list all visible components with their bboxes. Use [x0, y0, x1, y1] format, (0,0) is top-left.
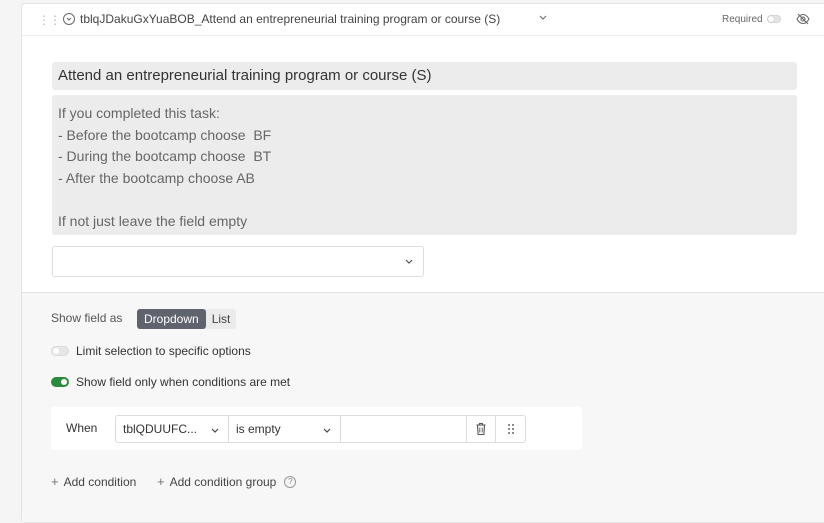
description-line — [58, 190, 791, 212]
trash-icon — [476, 423, 486, 436]
field-settings: Show field as Dropdown List Limit select… — [22, 292, 824, 522]
question-title[interactable]: Attend an entrepreneurial training progr… — [52, 62, 797, 90]
condition-operator-value: is empty — [236, 422, 281, 436]
add-condition-label: Add condition — [63, 474, 137, 489]
chevron-down-icon — [405, 259, 413, 264]
show-field-as-label: Show field as — [51, 311, 123, 325]
condition-field-value: tblQDUUFC... — [123, 422, 198, 436]
conditions-toggle[interactable] — [51, 377, 69, 387]
field-header: ⋮⋮ tblqJDakuGxYuaBOB_Attend an entrepren… — [22, 4, 824, 36]
field-title[interactable]: tblqJDakuGxYuaBOB_Attend an entrepreneur… — [80, 12, 500, 26]
plus-icon: + — [51, 474, 59, 489]
chevron-down-icon[interactable] — [538, 14, 548, 22]
chevron-down-icon — [323, 428, 331, 433]
chevron-down-icon — [211, 428, 219, 433]
condition-operator-select[interactable]: is empty — [228, 415, 341, 443]
limit-selection-toggle[interactable] — [51, 346, 69, 356]
condition-value-input[interactable] — [340, 415, 467, 443]
add-condition-group-button[interactable]: + Add condition group ? — [157, 474, 297, 489]
plus-icon: + — [157, 474, 165, 489]
limit-selection-label: Limit selection to specific options — [76, 344, 251, 358]
add-condition-group-label: Add condition group — [169, 474, 277, 489]
display-option-dropdown[interactable]: Dropdown — [137, 309, 206, 329]
eye-off-icon[interactable] — [796, 13, 810, 25]
condition-field-select[interactable]: tblQDUUFC... — [115, 415, 229, 443]
required-toggle[interactable] — [767, 15, 781, 23]
description-line: If you completed this task: — [58, 105, 220, 121]
conditions-label: Show field only when conditions are met — [76, 375, 291, 389]
drag-condition-handle[interactable] — [495, 415, 526, 443]
delete-condition-button[interactable] — [466, 415, 496, 443]
answer-dropdown[interactable] — [52, 246, 424, 277]
description-line: If not just leave the field empty — [58, 213, 248, 230]
field-card: ⋮⋮ tblqJDakuGxYuaBOB_Attend an entrepren… — [21, 3, 824, 523]
single-select-icon — [63, 13, 75, 25]
display-mode-toggle: Dropdown List — [137, 309, 237, 329]
limit-selection-row: Limit selection to specific options — [51, 344, 251, 358]
conditions-row: Show field only when conditions are met — [51, 375, 290, 389]
question-description[interactable]: If you completed this task: - Before the… — [52, 95, 797, 235]
when-label: When — [66, 421, 98, 435]
add-condition-button[interactable]: + Add condition — [51, 474, 136, 489]
condition-row: When tblQDUUFC... is empty — [51, 407, 582, 450]
drag-handle-icon[interactable]: ⋮⋮ — [38, 14, 61, 26]
question-circle-icon[interactable]: ? — [284, 475, 297, 488]
display-option-list[interactable]: List — [206, 309, 237, 329]
description-line: - Before the bootcamp choose BF — [58, 126, 272, 143]
required-label: Required — [722, 14, 763, 25]
description-line: - After the bootcamp choose AB — [58, 170, 255, 187]
description-line: - During the bootcamp choose BT — [58, 148, 272, 165]
drag-handle-icon — [507, 424, 514, 434]
